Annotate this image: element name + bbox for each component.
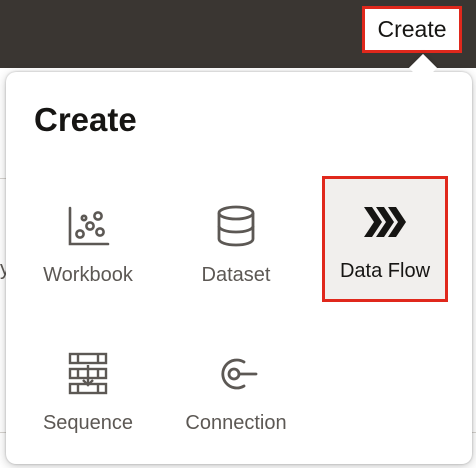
popup-caret-cover <box>400 72 446 86</box>
workbook-label: Workbook <box>43 264 133 286</box>
top-bar: Create <box>0 0 476 68</box>
database-icon <box>176 204 296 248</box>
create-connection-item[interactable]: Connection <box>176 328 296 448</box>
connection-icon <box>176 352 296 396</box>
sequence-icon <box>28 352 148 396</box>
scatter-chart-icon <box>28 204 148 248</box>
connection-label: Connection <box>185 412 287 434</box>
create-button[interactable]: Create <box>362 6 462 53</box>
create-sequence-item[interactable]: Sequence <box>28 328 148 448</box>
create-dataset-item[interactable]: Dataset <box>176 180 296 300</box>
popup-title: Create <box>34 101 137 138</box>
create-data-flow-item[interactable]: Data Flow <box>322 176 448 302</box>
chevrons-right-icon <box>325 200 445 244</box>
create-workbook-item[interactable]: Workbook <box>28 180 148 300</box>
sequence-label: Sequence <box>42 412 134 434</box>
dataset-label: Dataset <box>201 264 271 286</box>
data-flow-label: Data Flow <box>339 260 431 282</box>
